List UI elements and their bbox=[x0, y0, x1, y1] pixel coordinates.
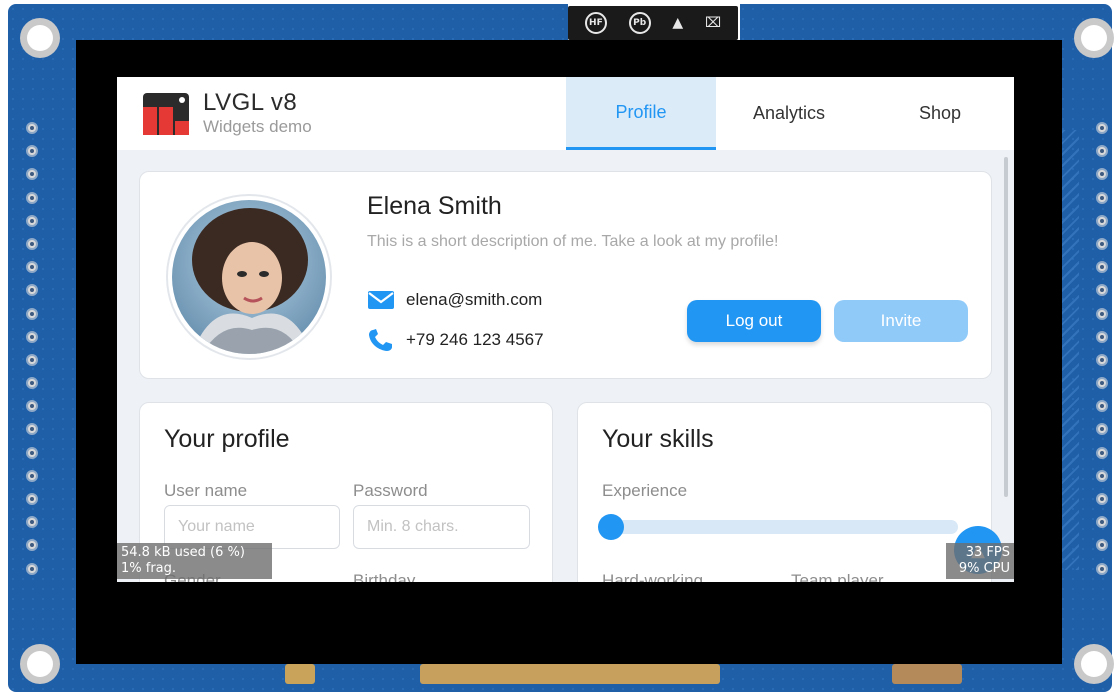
header-pin bbox=[26, 122, 38, 134]
your-skills-card: Your skills Experience Hard-working Team… bbox=[577, 402, 992, 582]
avatar-frame bbox=[166, 194, 332, 360]
mount-hole-top-right bbox=[1074, 18, 1114, 58]
scrollbar[interactable] bbox=[1004, 157, 1008, 497]
mount-hole-top-left bbox=[20, 18, 60, 58]
username-label: User name bbox=[164, 481, 248, 500]
lcd-screen: LVGL v8 Widgets demo Profile Analytics S… bbox=[117, 77, 1014, 582]
header-pin bbox=[26, 493, 38, 505]
header-pin bbox=[26, 145, 38, 158]
header-pin bbox=[26, 168, 38, 181]
header-pin bbox=[1096, 122, 1108, 134]
hard-working-label: Hard-working bbox=[602, 571, 704, 582]
header-pin bbox=[26, 446, 38, 459]
tab-profile[interactable]: Profile bbox=[566, 77, 716, 150]
left-pin-header bbox=[26, 122, 42, 586]
header-pin bbox=[1096, 168, 1108, 181]
profile-name: Elena Smith bbox=[367, 192, 502, 220]
header-pin bbox=[1096, 284, 1108, 297]
header-pin bbox=[26, 516, 38, 529]
header-pin bbox=[1096, 330, 1108, 343]
bottom-component bbox=[285, 664, 315, 684]
header-pin bbox=[26, 423, 38, 436]
pb-cert-text: Pb bbox=[633, 18, 647, 28]
phone-text: +79 246 123 4567 bbox=[406, 330, 544, 349]
weee-bin-icon: ⌧ bbox=[704, 15, 722, 31]
logout-button[interactable]: Log out bbox=[687, 300, 821, 342]
header-pin bbox=[1096, 400, 1108, 413]
right-pin-header bbox=[1096, 122, 1112, 586]
experience-slider-knob[interactable] bbox=[598, 514, 624, 540]
perf-monitor: 33 FPS 9% CPU bbox=[946, 543, 1014, 579]
pb-free-cert-icon: Pb bbox=[628, 12, 651, 34]
header-pin bbox=[26, 562, 38, 575]
header-pin bbox=[26, 353, 38, 366]
header-pin bbox=[26, 191, 38, 204]
your-skills-title: Your skills bbox=[602, 425, 714, 453]
header-pin bbox=[1096, 214, 1108, 227]
fps-text: 33 FPS bbox=[965, 545, 1010, 560]
avatar-portrait bbox=[172, 200, 326, 354]
header-pin bbox=[1096, 562, 1108, 575]
header-pin bbox=[26, 539, 38, 552]
hf-cert-text: HF bbox=[589, 18, 603, 28]
profile-description: This is a short description of me. Take … bbox=[367, 233, 779, 250]
app-subtitle: Widgets demo bbox=[203, 117, 312, 136]
header-pin bbox=[26, 400, 38, 413]
email-row: elena@smith.com bbox=[367, 288, 542, 312]
header-pin bbox=[1096, 261, 1108, 274]
header-pin bbox=[1096, 493, 1108, 505]
header-pin bbox=[26, 377, 38, 390]
header-pin bbox=[26, 237, 38, 250]
header-pin bbox=[1096, 469, 1108, 482]
app-title: LVGL v8 bbox=[203, 89, 298, 116]
phone-icon bbox=[369, 329, 392, 351]
memory-used-text: 54.8 kB used (6 %) bbox=[121, 545, 245, 560]
birthday-label: Birthday bbox=[353, 571, 416, 582]
header-pin bbox=[26, 469, 38, 482]
app-header: LVGL v8 Widgets demo Profile Analytics S… bbox=[117, 77, 1014, 150]
your-profile-title: Your profile bbox=[164, 425, 290, 453]
header-pin bbox=[26, 284, 38, 297]
bottom-component bbox=[892, 664, 962, 684]
team-player-label: Team player bbox=[791, 571, 884, 582]
certification-strip: HF Pb ▲ ⌧ bbox=[568, 6, 738, 40]
email-text: elena@smith.com bbox=[406, 290, 543, 309]
warning-triangle-icon: ▲ bbox=[672, 15, 684, 31]
header-pin bbox=[1096, 423, 1108, 436]
header-pin bbox=[1096, 237, 1108, 250]
password-label: Password bbox=[353, 481, 428, 500]
header-pin bbox=[1096, 516, 1108, 529]
header-pin bbox=[26, 330, 38, 343]
mount-hole-bottom-left bbox=[20, 644, 60, 684]
header-pin bbox=[26, 214, 38, 227]
profile-card: Elena Smith This is a short description … bbox=[139, 171, 992, 379]
avatar bbox=[172, 200, 326, 354]
header-pin bbox=[26, 307, 38, 320]
invite-button[interactable]: Invite bbox=[834, 300, 968, 342]
bottom-flex-connector bbox=[420, 664, 720, 684]
header-pin bbox=[26, 261, 38, 274]
hf-cert-icon: HF bbox=[584, 12, 607, 34]
header-pin bbox=[1096, 377, 1108, 390]
header-pin bbox=[1096, 446, 1108, 459]
tab-shop[interactable]: Shop bbox=[865, 77, 1014, 150]
header-pin bbox=[1096, 145, 1108, 158]
cpu-text: 9% CPU bbox=[958, 561, 1010, 576]
lvgl-logo-icon bbox=[143, 93, 189, 135]
header-pin bbox=[1096, 191, 1108, 204]
header-pin bbox=[1096, 539, 1108, 552]
experience-slider-track[interactable] bbox=[610, 520, 958, 534]
experience-label: Experience bbox=[602, 481, 688, 500]
password-input[interactable] bbox=[353, 505, 530, 549]
mount-hole-bottom-right bbox=[1074, 644, 1114, 684]
header-pin bbox=[1096, 353, 1108, 366]
memory-monitor: 54.8 kB used (6 %) 1% frag. bbox=[117, 543, 272, 579]
memory-frag-text: 1% frag. bbox=[121, 561, 177, 576]
header-pin bbox=[1096, 307, 1108, 320]
envelope-icon bbox=[368, 291, 394, 309]
phone-row: +79 246 123 4567 bbox=[367, 328, 544, 352]
tab-analytics[interactable]: Analytics bbox=[714, 77, 864, 150]
